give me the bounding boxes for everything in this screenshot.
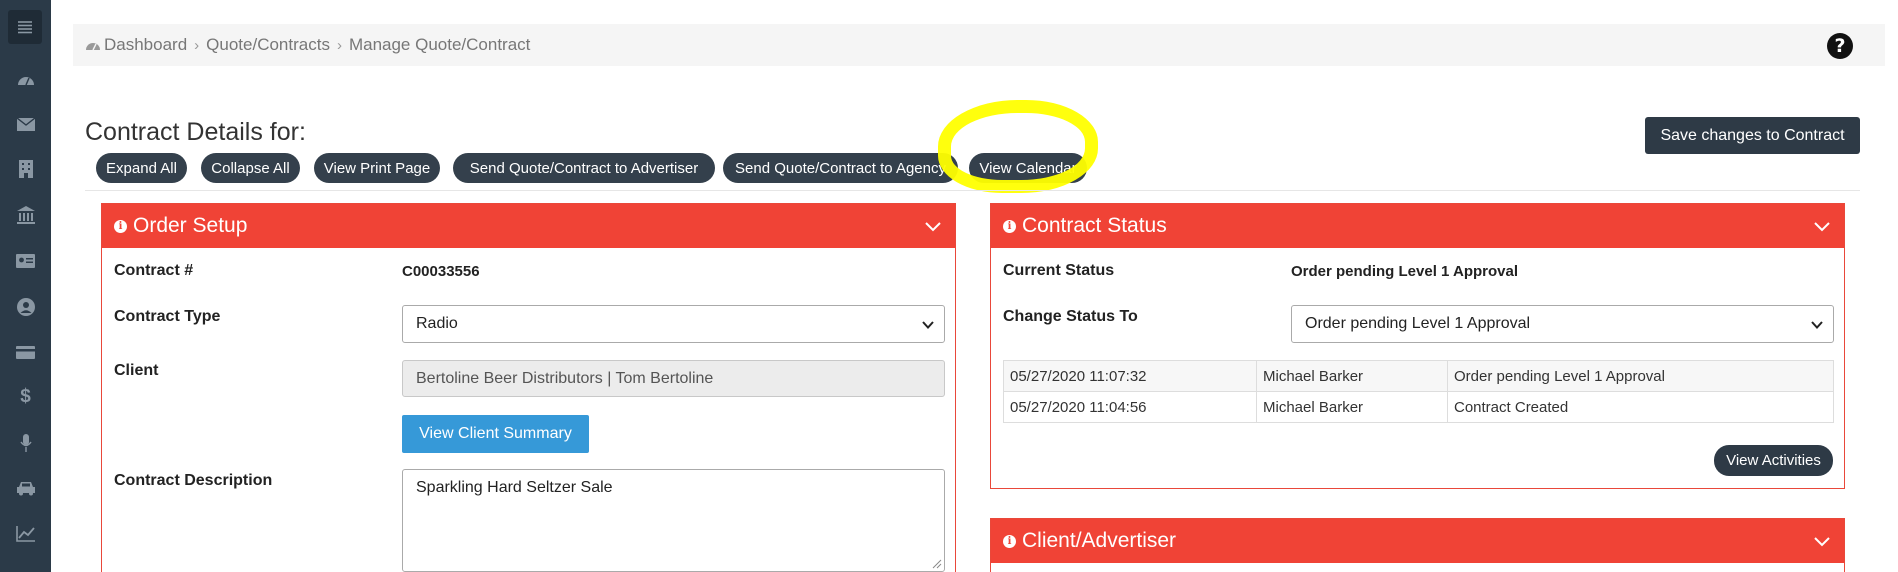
client-label: Client <box>114 362 159 379</box>
contract-number-label: Contract # <box>114 262 194 279</box>
breadcrumb-dashboard[interactable]: Dashboard <box>104 35 187 55</box>
view-activities-button[interactable]: View Activities <box>1714 445 1833 476</box>
contract-type-value: Radio <box>416 315 458 332</box>
menu-icon[interactable] <box>8 10 42 44</box>
breadcrumb-separator: › <box>336 36 342 54</box>
contract-number-value: C00033556 <box>402 263 480 280</box>
bank-icon[interactable] <box>0 200 51 230</box>
table-cell-date: 05/27/2020 11:04:56 <box>1003 391 1257 423</box>
contract-type-label: Contract Type <box>114 308 221 325</box>
table-row: 05/27/2020 11:04:56 Michael Barker Contr… <box>1003 391 1834 423</box>
card-icon[interactable] <box>0 337 51 367</box>
table-cell-user: Michael Barker <box>1256 391 1448 423</box>
divider <box>85 190 1860 191</box>
user-icon[interactable] <box>0 292 51 322</box>
id-card-icon[interactable] <box>0 246 51 276</box>
contract-type-select[interactable]: Radio <box>402 305 945 343</box>
info-icon: i <box>1003 219 1016 233</box>
order-setup-header[interactable]: i Order Setup <box>102 204 955 248</box>
expand-all-button[interactable]: Expand All <box>96 153 187 183</box>
car-icon[interactable] <box>0 473 51 503</box>
table-cell-status: Contract Created <box>1447 391 1834 423</box>
contract-description-label: Contract Description <box>114 472 273 489</box>
info-icon: i <box>114 219 127 233</box>
breadcrumb-quote-contracts[interactable]: Quote/Contracts <box>206 35 330 55</box>
chevron-down-icon[interactable] <box>1812 531 1832 551</box>
table-cell-user: Michael Barker <box>1256 360 1448 392</box>
microphone-icon[interactable] <box>0 428 51 458</box>
building-icon[interactable] <box>0 154 51 184</box>
chevron-down-icon <box>922 321 934 329</box>
client-advertiser-panel: i Client/Advertiser <box>990 518 1845 572</box>
send-to-advertiser-button[interactable]: Send Quote/Contract to Advertiser <box>453 153 715 183</box>
info-icon: i <box>1003 534 1016 548</box>
contract-description-field[interactable]: Sparkling Hard Seltzer Sale <box>402 469 945 572</box>
change-status-value: Order pending Level 1 Approval <box>1305 315 1531 332</box>
change-status-select[interactable]: Order pending Level 1 Approval <box>1291 305 1834 343</box>
mail-icon[interactable] <box>0 109 51 139</box>
breadcrumb: Dashboard › Quote/Contracts › Manage Quo… <box>85 24 530 66</box>
current-status-value: Order pending Level 1 Approval <box>1291 263 1518 280</box>
table-row: 05/27/2020 11:07:32 Michael Barker Order… <box>1003 360 1834 392</box>
client-field[interactable]: Bertoline Beer Distributors | Tom Bertol… <box>402 360 945 397</box>
chart-icon[interactable] <box>0 519 51 549</box>
view-client-summary-button[interactable]: View Client Summary <box>402 415 589 453</box>
contract-status-panel: i Contract Status Current Status Order p… <box>990 203 1845 489</box>
contract-status-header[interactable]: i Contract Status <box>991 204 1844 248</box>
breadcrumb-separator: › <box>194 36 200 54</box>
save-contract-button[interactable]: Save changes to Contract <box>1645 117 1860 154</box>
table-cell-date: 05/27/2020 11:07:32 <box>1003 360 1257 392</box>
chevron-down-icon <box>1811 321 1823 329</box>
page-title: Contract Details for: <box>85 118 306 146</box>
chevron-down-icon[interactable] <box>923 216 943 236</box>
highlight-annotation <box>938 100 1098 193</box>
table-cell-status: Order pending Level 1 Approval <box>1447 360 1834 392</box>
current-status-label: Current Status <box>1003 262 1115 279</box>
dollar-icon[interactable]: $ <box>0 382 51 412</box>
help-icon[interactable]: ? <box>1827 33 1853 59</box>
order-setup-title: Order Setup <box>133 214 248 237</box>
resize-grip-icon[interactable] <box>932 559 942 569</box>
send-to-agency-button[interactable]: Send Quote/Contract to Agency <box>723 153 958 183</box>
dashboard-icon <box>86 43 100 51</box>
sidebar: $ <box>0 0 51 572</box>
client-advertiser-header[interactable]: i Client/Advertiser <box>991 519 1844 563</box>
order-setup-panel: i Order Setup Contract # C00033556 Contr… <box>101 203 956 572</box>
contract-description-value: Sparkling Hard Seltzer Sale <box>416 479 613 496</box>
client-advertiser-title: Client/Advertiser <box>1022 529 1177 552</box>
status-history-table: 05/27/2020 11:07:32 Michael Barker Order… <box>1003 360 1834 423</box>
contract-status-title: Contract Status <box>1022 214 1167 237</box>
view-print-page-button[interactable]: View Print Page <box>314 153 440 183</box>
chevron-down-icon[interactable] <box>1812 216 1832 236</box>
breadcrumb-bar: Dashboard › Quote/Contracts › Manage Quo… <box>73 24 1885 66</box>
change-status-label: Change Status To <box>1003 308 1138 325</box>
collapse-all-button[interactable]: Collapse All <box>201 153 300 183</box>
dashboard-icon[interactable] <box>0 64 51 94</box>
breadcrumb-manage-quote-contract: Manage Quote/Contract <box>348 35 531 54</box>
